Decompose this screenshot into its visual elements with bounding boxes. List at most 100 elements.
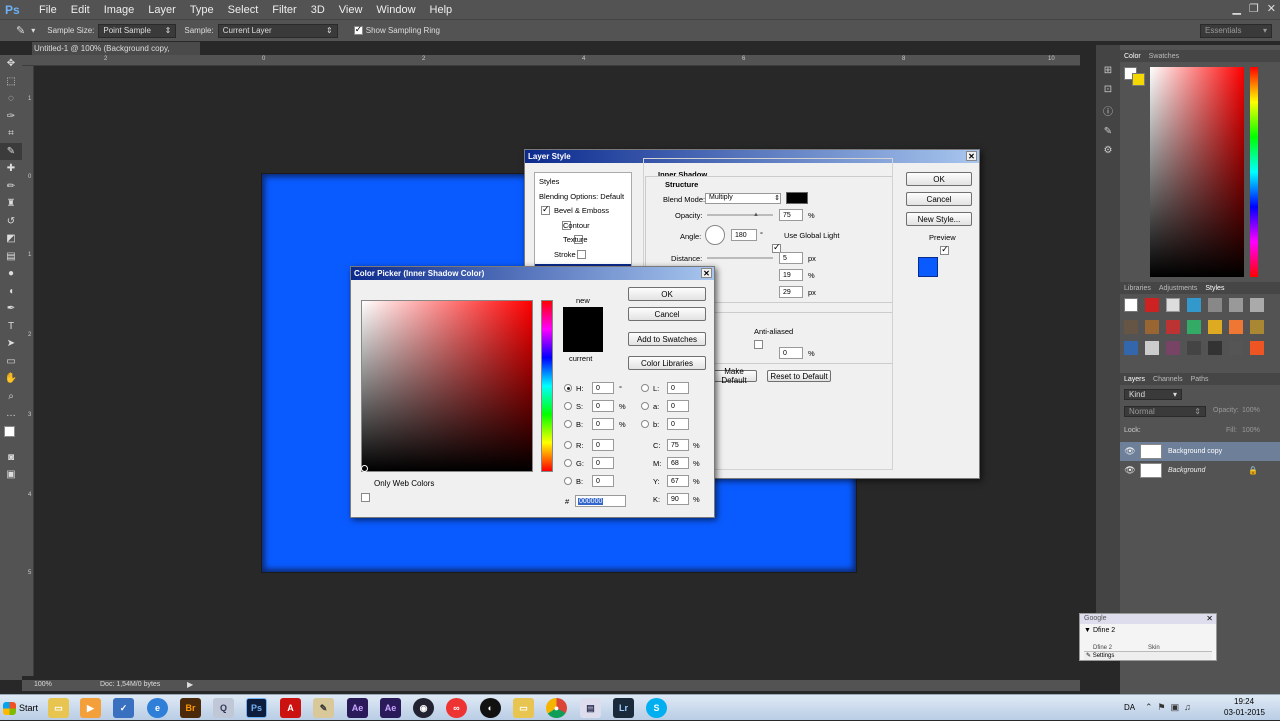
layer-blend-mode-select[interactable]: Normal ⇕ — [1124, 406, 1206, 417]
type-tool-icon[interactable]: T — [0, 318, 22, 336]
style-swatch[interactable] — [1208, 298, 1222, 312]
style-swatch[interactable] — [1229, 319, 1243, 334]
blend-mode-select[interactable]: Multiply ⇕ — [705, 193, 781, 204]
info-panel-icon[interactable]: ⓘ — [1101, 103, 1115, 118]
close-icon[interactable]: ✕ — [1267, 2, 1276, 15]
app-icon[interactable]: ◉ — [413, 698, 434, 718]
widget-item[interactable]: Dfine 2 — [1093, 627, 1115, 634]
style-swatch[interactable] — [1187, 298, 1201, 312]
style-swatch[interactable] — [1250, 298, 1264, 312]
anti-aliased-checkbox[interactable] — [754, 340, 764, 349]
app-icon[interactable]: ✎ — [313, 698, 334, 718]
lasso-tool-icon[interactable]: ◌ — [0, 90, 22, 108]
tab-color[interactable]: Color — [1124, 53, 1141, 60]
file-explorer-icon[interactable]: ▭ — [48, 698, 69, 718]
internet-explorer-icon[interactable]: e — [147, 698, 168, 718]
style-swatch[interactable] — [1166, 341, 1180, 356]
style-swatch[interactable] — [1145, 341, 1159, 356]
opacity-slider-thumb[interactable]: ▲ — [753, 212, 759, 218]
color-libraries-button[interactable]: Color Libraries — [628, 356, 706, 370]
visibility-eye-icon[interactable]: 👁 — [1120, 465, 1140, 476]
language-indicator[interactable]: DA — [1124, 703, 1135, 712]
ok-button[interactable]: OK — [628, 287, 706, 301]
menu-layer[interactable]: Layer — [141, 4, 183, 16]
bridge-icon[interactable]: Br — [180, 698, 201, 718]
tool-preset-arrow-icon[interactable]: ▾ — [31, 26, 35, 35]
eyedropper-icon[interactable]: ✎ — [16, 24, 25, 37]
black-input[interactable]: 90 — [667, 493, 689, 505]
menu-select[interactable]: Select — [221, 4, 266, 16]
blue-radio[interactable] — [564, 477, 572, 485]
brightness-input[interactable]: 0 — [592, 418, 614, 430]
style-swatch[interactable] — [1250, 341, 1264, 356]
sample-select[interactable]: Current Layer ⇕ — [217, 23, 338, 38]
color-field-cursor[interactable] — [361, 465, 368, 472]
visibility-eye-icon[interactable]: 👁 — [1120, 446, 1140, 457]
menu-filter[interactable]: Filter — [265, 4, 303, 16]
shadow-color-swatch[interactable] — [786, 192, 808, 204]
lab-l-radio[interactable] — [641, 384, 649, 392]
style-swatch[interactable] — [1124, 319, 1138, 334]
saturation-radio[interactable] — [564, 402, 572, 410]
foreground-background-colors[interactable] — [0, 423, 22, 449]
lab-l-input[interactable]: 0 — [667, 382, 689, 394]
style-swatch[interactable] — [1166, 319, 1180, 334]
start-button[interactable]: Start — [0, 695, 38, 721]
style-none-swatch[interactable] — [1124, 298, 1138, 312]
hex-value-selected[interactable]: 000000 — [578, 498, 604, 505]
tab-styles[interactable]: Styles — [1205, 285, 1224, 292]
hue-slider[interactable] — [541, 300, 553, 472]
make-default-button[interactable]: Make Default — [711, 367, 757, 385]
red-input[interactable]: 0 — [592, 439, 614, 451]
layer-kind-filter[interactable]: Kind ▾ — [1124, 389, 1182, 400]
bevel-emboss-item[interactable]: Bevel & Emboss — [554, 206, 609, 215]
eraser-tool-icon[interactable]: ◩ — [0, 230, 22, 248]
style-swatch[interactable] — [1145, 298, 1159, 312]
foreground-color-swatch[interactable] — [4, 425, 15, 437]
healing-brush-tool-icon[interactable]: ✚ — [0, 160, 22, 178]
blue-input[interactable]: 0 — [592, 475, 614, 487]
add-to-swatches-button[interactable]: Add to Swatches — [628, 332, 706, 346]
color-field[interactable] — [1150, 67, 1244, 277]
crop-tool-icon[interactable]: ⌗ — [0, 125, 22, 143]
tab-layers[interactable]: Layers — [1124, 376, 1145, 383]
zoom-level[interactable]: 100% — [34, 681, 52, 688]
menu-edit[interactable]: Edit — [64, 4, 97, 16]
history-brush-tool-icon[interactable]: ↺ — [0, 213, 22, 231]
blur-tool-icon[interactable]: ● — [0, 265, 22, 283]
stroke-item[interactable]: Stroke — [554, 250, 576, 259]
expand-icon[interactable]: ▼ — [1084, 627, 1091, 634]
tray-icons[interactable]: ⌃⚑▣♫ — [1145, 702, 1196, 713]
zoom-tool-icon[interactable]: ⌕ — [0, 388, 22, 406]
menu-window[interactable]: Window — [369, 4, 422, 16]
new-style-button[interactable]: New Style... — [906, 212, 972, 226]
fill-value[interactable]: 100% — [1242, 427, 1260, 434]
hue-radio[interactable] — [564, 384, 572, 392]
green-input[interactable]: 0 — [592, 457, 614, 469]
sample-size-select[interactable]: Point Sample ⇕ — [98, 23, 177, 38]
properties-panel-icon[interactable]: ⊡ — [1101, 84, 1115, 95]
red-radio[interactable] — [564, 441, 572, 449]
settings-label[interactable]: Settings — [1093, 653, 1115, 659]
stroke-checkbox[interactable] — [577, 250, 587, 259]
choke-input[interactable]: 19 — [779, 269, 803, 281]
tab-swatches[interactable]: Swatches — [1149, 53, 1179, 60]
skype-icon[interactable]: S — [646, 698, 667, 718]
lab-b-input[interactable]: 0 — [667, 418, 689, 430]
clock-time[interactable]: 19:24 — [1234, 697, 1254, 706]
menu-view[interactable]: View — [332, 4, 370, 16]
lightroom-icon[interactable]: Lr — [613, 698, 634, 718]
menu-3d[interactable]: 3D — [304, 4, 332, 16]
opacity-slider[interactable] — [707, 214, 773, 216]
green-radio[interactable] — [564, 459, 572, 467]
after-effects-icon[interactable]: Ae — [380, 698, 401, 718]
layer-name[interactable]: Background copy — [1168, 448, 1222, 455]
hue-ramp[interactable] — [1250, 67, 1258, 277]
brush-tool-icon[interactable]: ✏ — [0, 178, 22, 196]
quick-select-tool-icon[interactable]: ✑ — [0, 108, 22, 126]
media-player-icon[interactable]: ▶ — [80, 698, 101, 718]
tab-libraries[interactable]: Libraries — [1124, 285, 1151, 292]
cancel-button[interactable]: Cancel — [628, 307, 706, 321]
path-select-tool-icon[interactable]: ➤ — [0, 335, 22, 353]
style-swatch[interactable] — [1250, 319, 1264, 334]
